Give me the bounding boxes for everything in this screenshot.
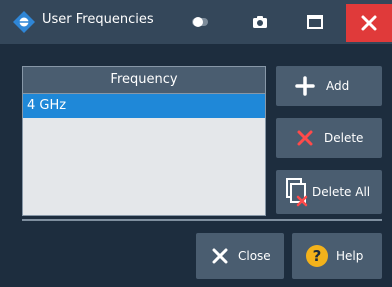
table-row[interactable]: 4 GHz (23, 94, 265, 118)
toggle-icon[interactable] (190, 12, 210, 32)
help-label: Help (336, 249, 364, 263)
plus-icon (294, 76, 316, 96)
delete-button[interactable]: Delete (276, 118, 382, 158)
close-window-button[interactable] (346, 4, 392, 42)
close-x-icon (210, 248, 230, 264)
frequency-column-header: Frequency (23, 67, 265, 94)
window-title: User Frequencies (42, 12, 154, 27)
close-button[interactable]: Close (196, 233, 284, 279)
delete-x-icon (294, 129, 316, 147)
dialog-body: Frequency 4 GHz Add Delete Delete All Cl… (0, 44, 392, 287)
frequency-table: Frequency 4 GHz (22, 66, 266, 216)
close-icon (361, 15, 377, 31)
delete-all-button[interactable]: Delete All (276, 170, 382, 214)
help-button[interactable]: ? Help (292, 233, 382, 279)
svg-text:?: ? (313, 247, 322, 265)
maximize-icon[interactable] (305, 12, 325, 32)
delete-all-label: Delete All (312, 185, 371, 199)
camera-icon[interactable] (250, 12, 270, 32)
add-label: Add (326, 79, 350, 93)
separator (22, 219, 382, 221)
delete-label: Delete (324, 131, 364, 145)
close-label: Close (238, 249, 271, 263)
add-button[interactable]: Add (276, 66, 382, 106)
title-bar: User Frequencies (0, 0, 392, 44)
delete-all-icon (282, 177, 310, 207)
app-logo-icon (13, 11, 35, 33)
help-icon: ? (304, 244, 330, 268)
